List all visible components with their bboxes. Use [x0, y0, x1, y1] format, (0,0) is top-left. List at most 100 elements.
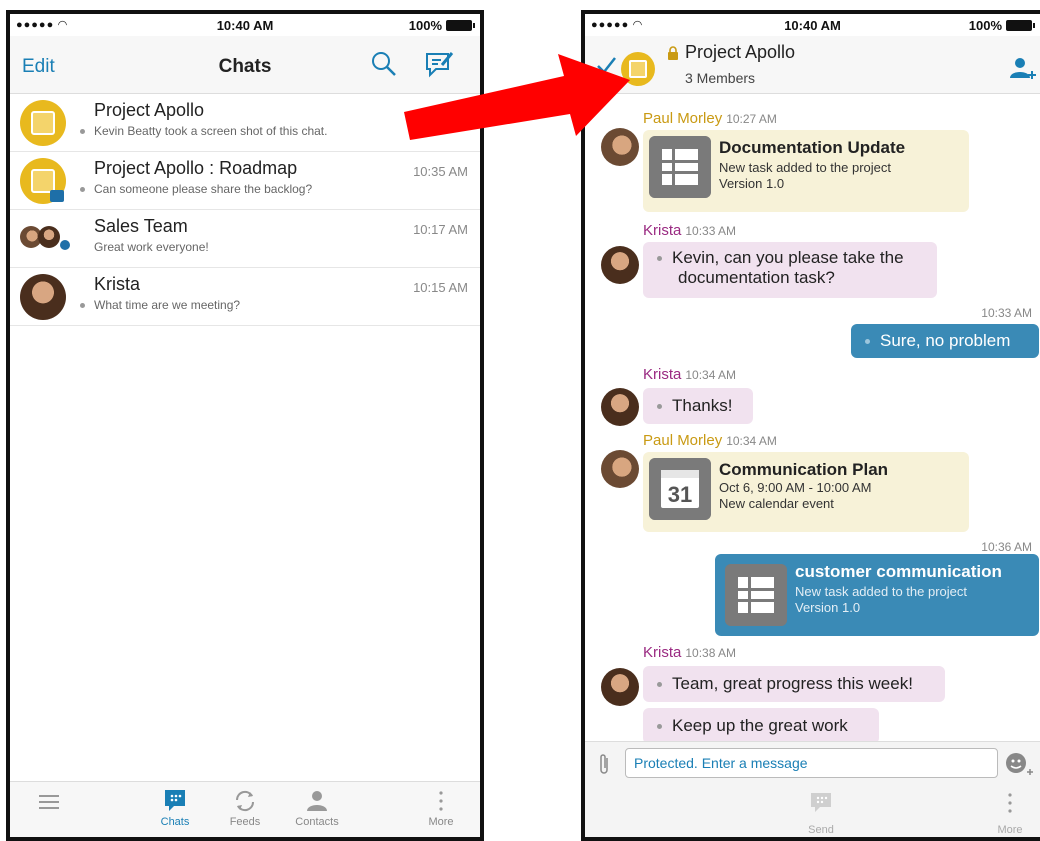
battery-percent: 100% [968, 18, 1002, 33]
tab-label: More [428, 816, 454, 828]
chat-time: 10:17 AM [413, 222, 468, 237]
message-sender: Paul Morley 10:27 AM [643, 110, 777, 127]
message-time: 10:33 AM [981, 306, 1032, 320]
conversation-screen: ●●●●● ◠ 10:40 AM 100% Project Apollo 3 M… [581, 10, 1040, 841]
chat-icon [165, 790, 185, 811]
chat-preview: What time are we meeting? [94, 298, 241, 312]
calendar-card[interactable]: 31 Communication Plan Oct 6, 9:00 AM - 1… [643, 452, 969, 532]
message-sender: Krista 10:34 AM [643, 366, 737, 383]
card-title: customer communication [795, 562, 1002, 581]
card-title: Communication Plan [719, 460, 889, 479]
more-vertical-icon [1008, 793, 1012, 813]
message-bubble[interactable]: Kevin, can you please take the documenta… [643, 242, 937, 298]
message-bubble[interactable]: Sure, no problem [851, 324, 1039, 358]
search-icon[interactable] [370, 50, 398, 78]
card-detail: Version 1.0 [719, 176, 785, 191]
message-time: 10:27 AM [726, 112, 777, 126]
chat-name: Project Apollo [94, 100, 205, 120]
chat-row-project-apollo-roadmap[interactable]: Project Apollo : Roadmap Can someone ple… [10, 152, 480, 210]
task-card[interactable]: customer communication New task added to… [715, 554, 1039, 636]
status-bar: ●●●●● ◠ 10:40 AM 100% [585, 14, 1040, 36]
emoji-add-icon[interactable] [1004, 750, 1034, 778]
chat-preview: Can someone please share the backlog? [94, 182, 313, 196]
chat-name: Sales Team [94, 216, 188, 236]
card-detail: New task added to the project [719, 160, 891, 175]
tab-bar: Chats Feeds Contacts More [10, 781, 480, 837]
tab-more[interactable]: More [406, 788, 476, 828]
send-button[interactable]: Send [791, 791, 851, 836]
calendar-icon: 31 [649, 458, 711, 520]
avatar [38, 226, 60, 248]
hamburger-icon [39, 795, 59, 809]
avatar [20, 274, 66, 320]
message-text: Keep up the great work [672, 716, 848, 735]
chat-row-sales-team[interactable]: Sales Team Great work everyone! 10:17 AM [10, 210, 480, 268]
presence-icon [60, 240, 70, 250]
more-vertical-icon [439, 791, 443, 811]
menu-button[interactable] [14, 788, 84, 814]
tab-contacts[interactable]: Contacts [282, 788, 352, 828]
message-text: Team, great progress this week! [672, 674, 913, 693]
contact-icon [307, 791, 327, 811]
refresh-icon [235, 790, 255, 812]
tab-chats[interactable]: Chats [140, 788, 210, 828]
group-avatar [20, 100, 66, 146]
task-list-icon [725, 564, 787, 626]
message-sender: Krista 10:38 AM [643, 644, 737, 661]
tab-feeds[interactable]: Feeds [210, 788, 280, 828]
message-text: documentation task? [678, 268, 835, 287]
send-label: Send [808, 824, 834, 836]
chat-name: Krista [94, 274, 141, 294]
avatar [601, 668, 639, 706]
message-text: Kevin, can you please take the [672, 248, 904, 267]
tab-label: Chats [160, 816, 190, 828]
conversation-header: Project Apollo 3 Members [585, 36, 1040, 94]
chat-time: 10:15 AM [413, 280, 468, 295]
svg-text:31: 31 [668, 482, 692, 507]
card-title: Documentation Update [719, 138, 906, 157]
send-chat-icon [811, 793, 831, 812]
member-count[interactable]: 3 Members [685, 70, 755, 86]
card-detail: Oct 6, 9:00 AM - 10:00 AM [719, 480, 872, 495]
message-input[interactable]: Protected. Enter a message [625, 748, 998, 778]
chat-time: 10:35 AM [413, 164, 468, 179]
status-dot [80, 187, 85, 193]
status-bar: ●●●●● ◠ 10:40 AM 100% [10, 14, 480, 36]
message-time: 10:34 AM [726, 434, 777, 448]
message-bubble[interactable]: Keep up the great work [643, 708, 879, 741]
chat-row-krista[interactable]: Krista What time are we meeting? 10:15 A… [10, 268, 480, 326]
battery-percent: 100% [408, 18, 442, 33]
more-button[interactable]: More [990, 791, 1030, 836]
avatar [601, 450, 639, 488]
action-bar: Send More [585, 785, 1040, 837]
message-time: 10:34 AM [685, 368, 737, 382]
lock-icon [668, 46, 678, 60]
message-time: 10:38 AM [685, 646, 737, 660]
attachment-icon[interactable] [597, 752, 611, 776]
task-list-icon [649, 136, 711, 198]
add-user-icon[interactable] [1008, 56, 1036, 82]
message-bubble[interactable]: Team, great progress this week! [643, 666, 945, 702]
chat-preview: Great work everyone! [94, 240, 209, 254]
chat-name: Project Apollo : Roadmap [94, 158, 298, 178]
message-text: Sure, no problem [880, 331, 1011, 350]
chat-bubble-icon [50, 190, 64, 202]
battery-icon [446, 20, 475, 31]
message-time: 10:36 AM [981, 540, 1032, 554]
battery-icon [1006, 20, 1035, 31]
message-text: Thanks! [672, 396, 733, 415]
task-card[interactable]: Documentation Update New task added to t… [643, 130, 969, 212]
message-sender: Krista 10:33 AM [643, 222, 737, 239]
avatar [601, 246, 639, 284]
status-dot [80, 303, 85, 309]
tab-label: Feeds [229, 816, 261, 828]
message-bubble[interactable]: Thanks! [643, 388, 753, 424]
compose-bar: Protected. Enter a message [585, 741, 1040, 785]
card-detail: New task added to the project [795, 584, 967, 599]
message-list: Paul Morley 10:27 AM Documentation Update… [585, 94, 1040, 741]
status-dot [80, 129, 85, 135]
message-sender: Paul Morley 10:34 AM [643, 432, 777, 449]
more-label: More [997, 824, 1023, 836]
avatar [601, 388, 639, 426]
card-detail: Version 1.0 [795, 600, 861, 615]
